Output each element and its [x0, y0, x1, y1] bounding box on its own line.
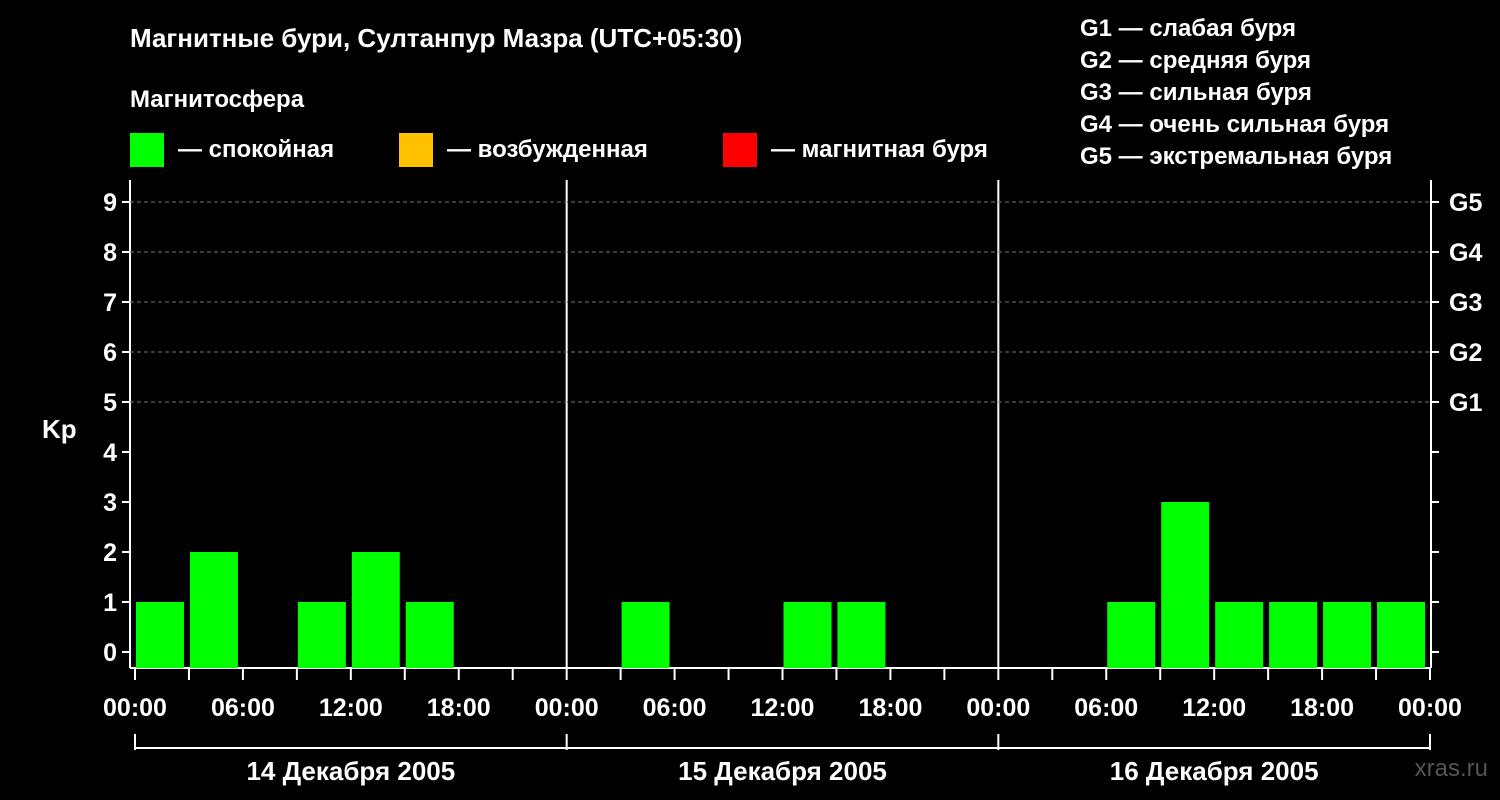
y-tick-label: 9 — [103, 189, 117, 217]
x-tick-label: 00:00 — [966, 694, 1030, 722]
x-tick-label: 00:00 — [103, 694, 167, 722]
kp-bar — [1215, 602, 1264, 668]
y-tick-label: 6 — [103, 339, 117, 367]
kp-bar — [1107, 602, 1156, 668]
kp-bar — [1323, 602, 1372, 668]
y-tick-label: 0 — [103, 639, 117, 667]
kp-bar — [189, 552, 238, 668]
y-tick-label: 7 — [103, 289, 117, 317]
day-label: 16 Декабря 2005 — [1110, 756, 1319, 786]
y-axis-title: Kp — [42, 414, 77, 444]
kp-bar — [351, 552, 400, 668]
kp-bar — [136, 602, 184, 668]
y-tick-label: 5 — [103, 389, 117, 417]
y-tick-label: 4 — [103, 439, 117, 467]
kp-bar — [621, 602, 670, 668]
kp-bar — [1161, 502, 1210, 668]
kp-bar — [783, 602, 832, 668]
kp-bar — [297, 602, 346, 668]
day-label: 15 Декабря 2005 — [678, 756, 887, 786]
x-tick-label: 00:00 — [535, 694, 599, 722]
y-tick-label: 2 — [103, 539, 117, 567]
x-tick-label: 12:00 — [1182, 694, 1246, 722]
g-level-label: G4 — [1449, 239, 1482, 267]
y-tick-label: 1 — [103, 589, 117, 617]
x-tick-label: 12:00 — [751, 694, 815, 722]
kp-bar — [1377, 602, 1425, 668]
g-level-label: G3 — [1449, 289, 1482, 317]
g-level-label: G1 — [1449, 389, 1482, 417]
g-level-label: G2 — [1449, 339, 1482, 367]
x-tick-label: 18:00 — [858, 694, 922, 722]
x-tick-label: 06:00 — [211, 694, 275, 722]
kp-chart: 0 1 2 3 4 5 6 7 8 9 G1 G2 G3 G4 G5 Kp 00:00 06:00 12:00 18:… — [42, 180, 1482, 786]
day-label: 14 Декабря 2005 — [246, 756, 455, 786]
kp-bar — [405, 602, 454, 668]
watermark: xras.ru — [1414, 755, 1488, 782]
y-tick-label: 8 — [103, 239, 117, 267]
x-tick-label: 06:00 — [1074, 694, 1138, 722]
kp-bar — [837, 602, 886, 668]
x-tick-label: 18:00 — [1290, 694, 1354, 722]
x-tick-label: 12:00 — [319, 694, 383, 722]
kp-bar — [1269, 602, 1318, 668]
x-tick-label: 18:00 — [427, 694, 491, 722]
x-tick-label: 06:00 — [643, 694, 707, 722]
g-level-label: G5 — [1449, 189, 1482, 217]
y-tick-label: 3 — [103, 489, 117, 517]
x-tick-label: 00:00 — [1398, 694, 1462, 722]
